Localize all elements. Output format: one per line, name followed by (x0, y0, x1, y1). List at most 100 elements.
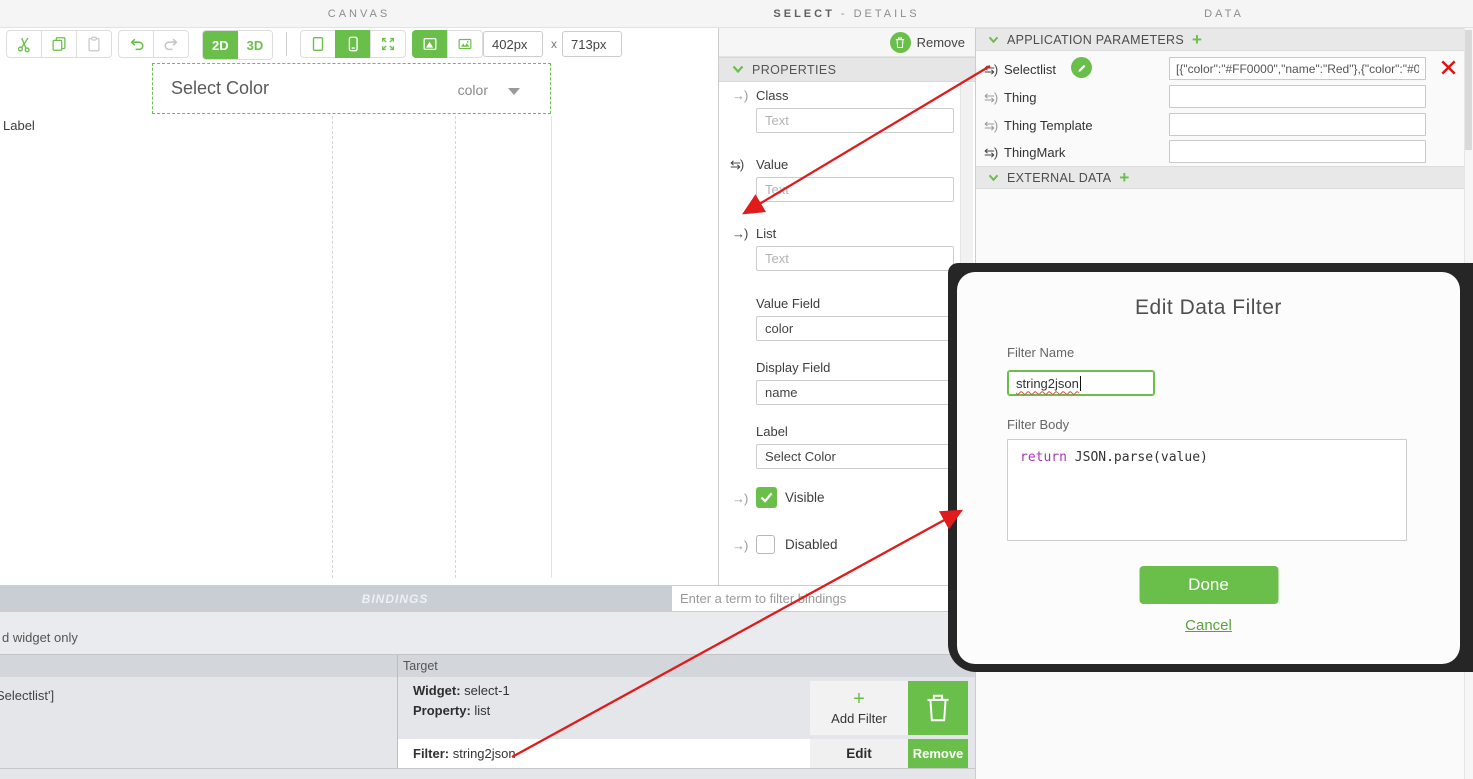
done-button[interactable]: Done (1139, 566, 1278, 604)
redo-button[interactable] (153, 30, 189, 58)
scope-note: d widget only (2, 630, 78, 645)
thing-value-input[interactable] (1169, 85, 1426, 108)
field-label-value-field: Value Field (756, 296, 821, 311)
canvas-height-input[interactable] (562, 31, 622, 57)
param-label-thingmark: ThingMark (1004, 145, 1066, 160)
canvas-fit-button[interactable] (370, 30, 406, 58)
expand-arrows-icon (379, 35, 397, 53)
trash-icon (924, 692, 952, 724)
param-label-thing-template: Thing Template (1004, 118, 1093, 133)
mode-2d-button[interactable]: 2D (203, 31, 238, 59)
bg-image-off-button[interactable] (447, 30, 483, 58)
field-label-label: Label (756, 424, 788, 439)
copy-button[interactable] (41, 30, 77, 58)
external-data-header[interactable]: EXTERNAL DATA + (976, 166, 1473, 189)
bg-image-on-button[interactable] (412, 30, 448, 58)
image-alt-icon (456, 35, 474, 53)
dialog-title: Edit Data Filter (1135, 296, 1282, 319)
param-label-selectlist: Selectlist (1004, 62, 1057, 77)
select-widget-value: color (457, 82, 488, 98)
dialog-card: Edit Data Filter Filter Name string2json… (957, 272, 1460, 664)
visible-checkbox[interactable] (756, 487, 777, 508)
filter-body-label: Filter Body (1007, 417, 1070, 432)
field-label-value: Value (756, 157, 789, 172)
selectlist-value-input[interactable] (1169, 57, 1426, 80)
display-field-input[interactable] (756, 380, 954, 405)
delete-binding-button[interactable] (908, 681, 968, 735)
remove-filter-button[interactable]: Remove (908, 739, 968, 768)
add-filter-button[interactable]: + Add Filter (810, 681, 908, 735)
filter-name-input[interactable]: string2json (1007, 370, 1155, 396)
cancel-link[interactable]: Cancel (1185, 617, 1232, 634)
bindings-titlebar: BINDINGS (0, 585, 1180, 612)
binding-in-icon[interactable]: →) (732, 226, 748, 241)
canvas-width-input[interactable] (483, 31, 543, 57)
edit-filter-button[interactable]: Edit (810, 739, 908, 768)
paste-button[interactable] (76, 30, 112, 58)
add-external-data-icon[interactable]: + (1119, 169, 1129, 186)
chevron-down-icon (508, 88, 520, 95)
bindings-scope-row: d widget only (0, 612, 975, 655)
binding-source-cell: Selectlist'] (0, 688, 55, 703)
disabled-checkbox[interactable] (756, 535, 775, 554)
mode-3d-button[interactable]: 3D (237, 31, 273, 59)
canvas-row-label: Label (3, 118, 35, 133)
select-details-panel: Remove PROPERTIES →) Class ⇆) Value →) L… (718, 28, 975, 585)
bindings-table-header: Target (0, 655, 975, 677)
chevron-down-icon (988, 174, 999, 182)
redo-icon (162, 35, 181, 53)
binding-in-icon[interactable]: →) (732, 88, 748, 103)
binding-filter-value: Filter: string2json (413, 746, 516, 761)
text-cursor (1079, 375, 1081, 391)
image-icon (421, 35, 439, 53)
binding-target-property: Property: list (413, 703, 491, 718)
filter-body-editor[interactable]: return JSON.parse(value) (1007, 439, 1407, 541)
cut-button[interactable] (6, 30, 42, 58)
label-input[interactable] (756, 444, 954, 469)
binding-bidirectional-icon[interactable]: ⇆) (984, 62, 998, 78)
orientation-phone-button[interactable] (335, 30, 371, 58)
details-panel-title: SELECT - DETAILS (773, 8, 920, 20)
dimension-separator: x (551, 37, 557, 51)
binding-bidirectional-icon[interactable]: ⇆) (984, 90, 998, 106)
portrait-frame-icon (309, 35, 327, 53)
binding-target-widget: Widget: select-1 (413, 683, 510, 698)
select-widget[interactable]: Select Color color (152, 63, 551, 114)
design-canvas[interactable]: Select Color color Label (0, 60, 718, 583)
grid-line (455, 116, 456, 578)
binding-bidirectional-icon[interactable]: ⇆) (984, 145, 998, 161)
target-column-header: Target (403, 659, 438, 673)
toolbar-divider (286, 32, 287, 56)
thingmark-value-input[interactable] (1169, 140, 1426, 163)
edit-data-filter-dialog: Edit Data Filter Filter Name string2json… (948, 263, 1473, 672)
phone-icon (344, 35, 362, 53)
class-input[interactable] (756, 108, 954, 133)
edit-parameter-icon[interactable] (1071, 57, 1092, 78)
add-parameter-icon[interactable]: + (1192, 31, 1202, 48)
binding-bidirectional-icon[interactable]: ⇆) (730, 157, 744, 173)
paste-icon (85, 35, 103, 53)
thing-template-value-input[interactable] (1169, 113, 1426, 136)
bindings-bottom-strip (0, 768, 975, 779)
list-input[interactable] (756, 246, 954, 271)
grid-line (551, 116, 552, 578)
binding-in-icon[interactable]: →) (732, 491, 748, 506)
field-label-class: Class (756, 88, 789, 103)
value-input[interactable] (756, 177, 954, 202)
panel-titles-strip: CANVAS SELECT - DETAILS DATA (0, 0, 1473, 28)
undo-button[interactable] (118, 30, 154, 58)
disabled-label: Disabled (785, 537, 838, 552)
application-parameters-header[interactable]: APPLICATION PARAMETERS + (976, 28, 1473, 51)
chevron-down-icon (732, 65, 744, 74)
canvas-panel-title: CANVAS (327, 8, 391, 20)
value-field-input[interactable] (756, 316, 954, 341)
binding-bidirectional-icon[interactable]: ⇆) (984, 118, 998, 134)
select-widget-label: Select Color (171, 78, 270, 98)
properties-section-header[interactable]: PROPERTIES (719, 57, 975, 82)
remove-widget-button[interactable]: Remove (889, 31, 965, 54)
orientation-portrait-button[interactable] (300, 30, 336, 58)
binding-in-icon[interactable]: →) (732, 538, 748, 553)
scissors-icon (15, 35, 33, 53)
undo-icon (127, 35, 146, 53)
delete-parameter-icon[interactable] (1439, 58, 1458, 77)
